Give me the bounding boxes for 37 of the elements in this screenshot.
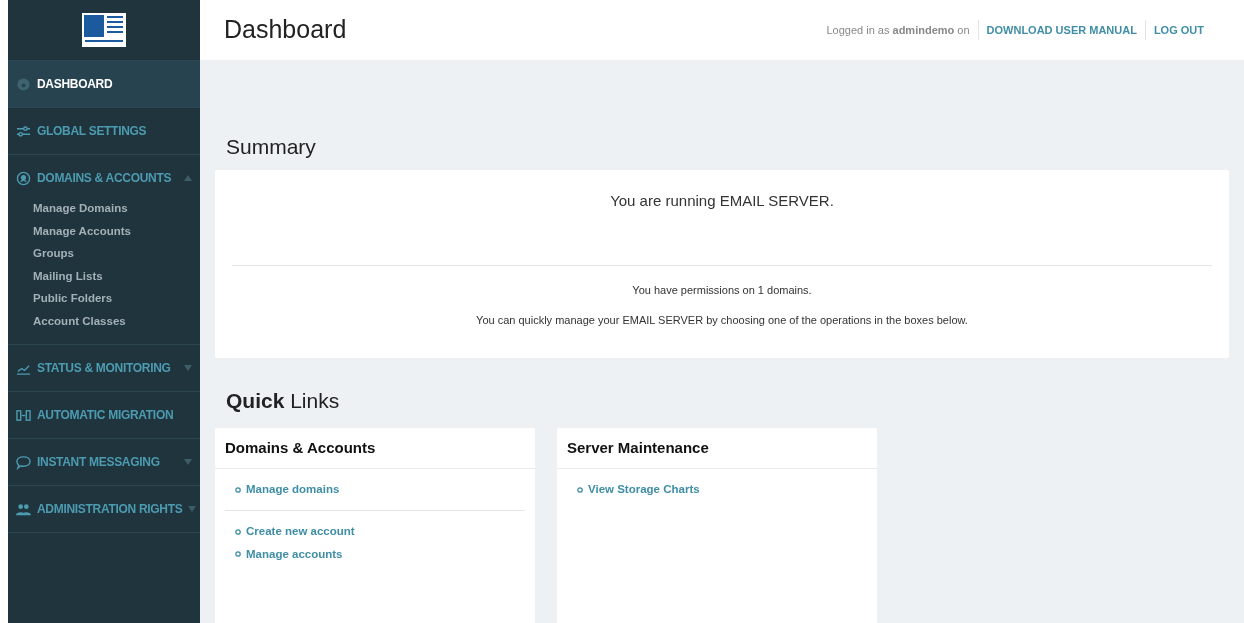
bullet-icon (235, 528, 241, 535)
summary-text: You are running EMAIL SERVER. (609, 191, 835, 211)
section-heading: Quick Links (226, 388, 341, 414)
card-title: Domains & Accounts (215, 428, 535, 469)
sidebar-subitem[interactable]: Groups (33, 242, 200, 265)
quick-link[interactable]: Manage accounts (235, 545, 515, 563)
sliders-icon (16, 123, 31, 139)
quick-link[interactable]: Create new account (235, 523, 515, 541)
logged-in-text: Logged in as admindemo on (826, 20, 979, 40)
header-link[interactable]: LOG OUT (1145, 20, 1212, 40)
sidebar-item[interactable]: AUTOMATIC MIGRATION (8, 392, 200, 438)
sidebar-item[interactable]: INSTANT MESSAGING (8, 439, 200, 485)
users-icon (16, 501, 31, 517)
sidebar-subitem[interactable]: Account Classes (33, 309, 200, 332)
sidebar-item[interactable]: STATUS & MONITORING (8, 345, 200, 391)
page-title: Dashboard (224, 14, 347, 46)
bullet-icon (235, 551, 241, 558)
quick-link[interactable]: View Storage Charts (577, 481, 857, 499)
bullet-icon (235, 486, 241, 493)
sidebar-item[interactable]: DASHBOARD (8, 61, 200, 107)
summary-line: You can quickly manage your EMAIL SERVER by choosing one of the operations in the boxes below. (475, 313, 969, 328)
user-icon (16, 170, 31, 186)
bullet-icon (577, 486, 583, 493)
sidebar-item[interactable]: GLOBAL SETTINGS (8, 108, 200, 154)
sidebar-subitem[interactable]: Mailing Lists (33, 264, 200, 287)
dashboard-icon (16, 76, 31, 92)
migration-icon (16, 407, 31, 423)
summary-line: You have permissions on 1 domains. (631, 282, 813, 298)
section-heading: Summary (226, 134, 317, 160)
sidebar-subitem[interactable]: Public Folders (33, 287, 200, 310)
quick-link[interactable]: Manage domains (235, 481, 515, 499)
sidebar-item[interactable]: ADMINISTRATION RIGHTS (8, 486, 200, 532)
speech-bubble-icon (16, 454, 31, 470)
header-link[interactable]: DOWNLOAD USER MANUAL (978, 20, 1146, 40)
logo-drawing (82, 13, 126, 47)
sidebar-subitem[interactable]: Manage Accounts (33, 219, 200, 242)
card-title: Server Maintenance (557, 428, 877, 469)
